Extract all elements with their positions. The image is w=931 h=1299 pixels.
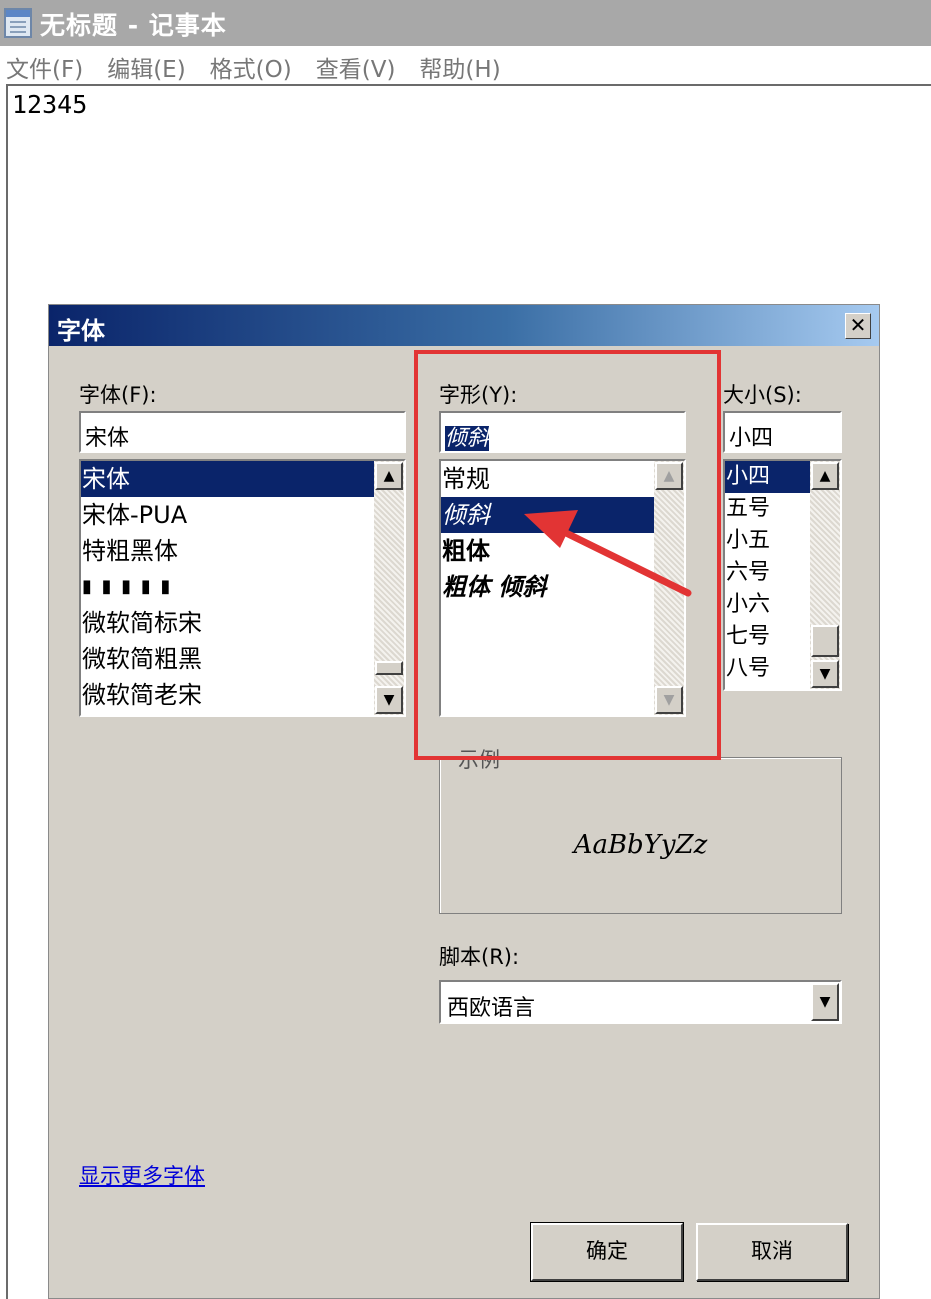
font-list-scrollbar[interactable]: ▲ ▼ bbox=[374, 461, 404, 715]
font-list-item[interactable]: 微软简标宋 bbox=[81, 605, 374, 641]
font-input-value: 宋体 bbox=[85, 426, 130, 451]
font-label: 字体(F): bbox=[79, 383, 157, 407]
editor-content: 12345 bbox=[12, 90, 88, 119]
size-list-item[interactable]: 五号 bbox=[725, 493, 810, 525]
size-list-item[interactable]: 八号 bbox=[725, 653, 810, 685]
notepad-icon bbox=[4, 8, 32, 38]
highlight-box bbox=[414, 350, 721, 760]
scroll-down-icon[interactable]: ▼ bbox=[811, 660, 839, 688]
size-list-item[interactable]: 小六 bbox=[725, 589, 810, 621]
menu-file[interactable]: 文件(F) bbox=[6, 50, 83, 84]
close-button[interactable]: ✕ bbox=[845, 313, 871, 339]
size-list-item[interactable]: 小四 bbox=[725, 461, 810, 493]
sample-text: AaBbYyZz bbox=[573, 830, 708, 860]
font-list-item[interactable]: 宋体-PUA bbox=[81, 497, 374, 533]
cancel-button[interactable]: 取消 bbox=[696, 1223, 848, 1281]
font-list-item[interactable]: 微软简粗黑 bbox=[81, 641, 374, 677]
font-list-item[interactable]: 微软简老宋 bbox=[81, 677, 374, 713]
dialog-title: 字体 bbox=[57, 317, 105, 345]
scroll-up-icon[interactable]: ▲ bbox=[811, 462, 839, 490]
close-icon: ✕ bbox=[849, 313, 867, 337]
font-list-item[interactable]: 宋体 bbox=[81, 461, 374, 497]
size-list-item[interactable]: 小五 bbox=[725, 525, 810, 557]
dialog-titlebar: 字体 ✕ bbox=[49, 305, 879, 346]
size-list-item[interactable]: 七号 bbox=[725, 621, 810, 653]
font-list-item[interactable]: ▮ ▮ ▮ ▮ ▮ bbox=[81, 569, 374, 605]
size-label: 大小(S): bbox=[723, 383, 802, 407]
menu-help[interactable]: 帮助(H) bbox=[419, 50, 500, 84]
scroll-down-icon[interactable]: ▼ bbox=[375, 686, 403, 714]
script-label: 脚本(R): bbox=[439, 945, 520, 969]
sample-groupbox: 示例 AaBbYyZz bbox=[439, 744, 842, 914]
size-list-item[interactable]: 六号 bbox=[725, 557, 810, 589]
size-input[interactable]: 小四 bbox=[723, 411, 842, 453]
show-more-fonts-link[interactable]: 显示更多字体 bbox=[79, 1160, 205, 1190]
chevron-down-icon[interactable]: ▼ bbox=[811, 983, 839, 1021]
size-list[interactable]: 小四 五号 小五 六号 小六 七号 八号 ▲ ▼ bbox=[723, 459, 842, 691]
scroll-thumb[interactable] bbox=[811, 625, 839, 657]
size-list-scrollbar[interactable]: ▲ ▼ bbox=[810, 461, 840, 689]
scroll-up-icon[interactable]: ▲ bbox=[375, 462, 403, 490]
window-titlebar: 无标题 - 记事本 bbox=[0, 0, 931, 46]
menu-format[interactable]: 格式(O) bbox=[210, 50, 292, 84]
font-list[interactable]: 宋体 宋体-PUA 特粗黑体 ▮ ▮ ▮ ▮ ▮ 微软简标宋 微软简粗黑 微软简… bbox=[79, 459, 406, 717]
menu-view[interactable]: 查看(V) bbox=[316, 50, 396, 84]
size-input-value: 小四 bbox=[729, 426, 774, 451]
font-list-item[interactable]: 特粗黑体 bbox=[81, 533, 374, 569]
menu-bar: 文件(F) 编辑(E) 格式(O) 查看(V) 帮助(H) bbox=[0, 46, 931, 84]
window-title: 无标题 - 记事本 bbox=[40, 11, 227, 40]
script-select[interactable]: 西欧语言 ▼ bbox=[439, 980, 842, 1024]
ok-button[interactable]: 确定 bbox=[530, 1222, 684, 1282]
menu-edit[interactable]: 编辑(E) bbox=[107, 50, 185, 84]
script-select-value: 西欧语言 bbox=[447, 996, 536, 1021]
scroll-thumb[interactable] bbox=[375, 661, 403, 675]
font-input[interactable]: 宋体 bbox=[79, 411, 406, 453]
